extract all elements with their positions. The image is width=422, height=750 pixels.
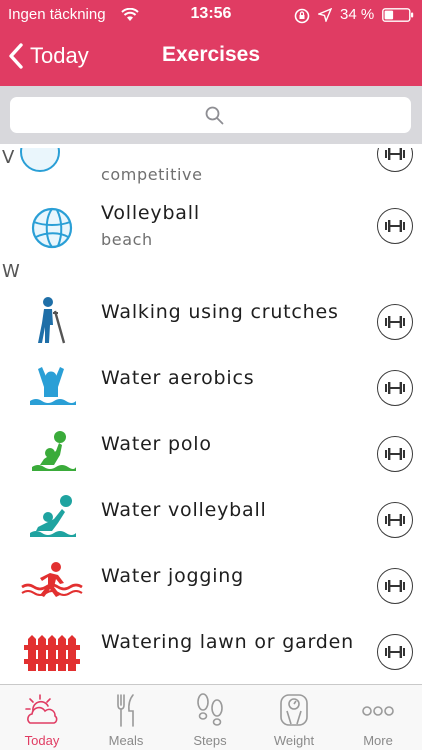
crutches-walker-icon bbox=[38, 297, 66, 344]
battery-percent: 34 % bbox=[340, 6, 375, 23]
sun-cloud-icon bbox=[25, 694, 58, 724]
tab-label: Weight bbox=[273, 733, 315, 748]
tab-meals[interactable]: Meals bbox=[84, 685, 168, 750]
dumbbell-icon bbox=[385, 382, 405, 394]
battery-icon bbox=[382, 8, 414, 22]
list-item-title: Volleyball bbox=[101, 202, 200, 224]
search-input[interactable] bbox=[10, 97, 411, 133]
scale-icon bbox=[280, 694, 308, 726]
tab-weight[interactable]: Weight bbox=[252, 685, 336, 750]
volleyball-icon bbox=[20, 144, 60, 172]
tab-bar: Today Meals Steps Weight More bbox=[0, 684, 422, 750]
water-polo-icon bbox=[32, 431, 76, 471]
list-item[interactable]: Water aerobics bbox=[0, 355, 422, 421]
scroll-mask bbox=[0, 144, 422, 148]
search-icon bbox=[205, 106, 224, 125]
footprints-icon bbox=[197, 693, 223, 726]
add-exercise-button[interactable] bbox=[377, 304, 413, 340]
dumbbell-icon bbox=[385, 316, 405, 328]
list-item-title: Watering lawn or garden bbox=[101, 631, 354, 653]
tab-label: More bbox=[363, 733, 393, 748]
volleyball-icon bbox=[31, 207, 73, 249]
add-exercise-button[interactable] bbox=[377, 502, 413, 538]
add-exercise-button[interactable] bbox=[377, 144, 413, 172]
list-item[interactable]: Watering lawn or garden bbox=[0, 619, 422, 684]
ellipsis-icon bbox=[362, 706, 394, 716]
rotation-lock-icon bbox=[294, 8, 310, 24]
list-item[interactable]: competitive bbox=[0, 144, 422, 186]
dumbbell-icon bbox=[385, 148, 405, 160]
garden-fence-icon bbox=[24, 635, 80, 671]
dumbbell-icon bbox=[385, 580, 405, 592]
tab-more[interactable]: More bbox=[336, 685, 420, 750]
list-item-title: Water volleyball bbox=[101, 499, 267, 521]
list-item[interactable]: Water jogging bbox=[0, 553, 422, 619]
list-item-subtitle: beach bbox=[101, 230, 153, 249]
dumbbell-icon bbox=[385, 646, 405, 658]
tab-today[interactable]: Today bbox=[0, 685, 84, 750]
location-arrow-icon bbox=[318, 8, 332, 22]
list-item[interactable]: Water polo bbox=[0, 421, 422, 487]
list-item[interactable]: Walking using crutches bbox=[0, 289, 422, 355]
list-item-title: Water jogging bbox=[101, 565, 245, 587]
tab-steps[interactable]: Steps bbox=[168, 685, 252, 750]
water-aerobics-icon bbox=[30, 367, 76, 405]
add-exercise-button[interactable] bbox=[377, 208, 413, 244]
add-exercise-button[interactable] bbox=[377, 568, 413, 604]
list-item-title: Water polo bbox=[101, 433, 212, 455]
water-volleyball-icon bbox=[30, 495, 76, 537]
tab-label: Today bbox=[24, 733, 60, 748]
section-letter: W bbox=[2, 261, 20, 282]
dumbbell-icon bbox=[385, 448, 405, 460]
list-item[interactable]: Volleyball beach bbox=[0, 194, 422, 260]
add-exercise-button[interactable] bbox=[377, 370, 413, 406]
fork-knife-icon bbox=[117, 694, 134, 727]
search-bar-container bbox=[0, 86, 422, 144]
list-item-title: Walking using crutches bbox=[101, 301, 339, 323]
status-bar: Ingen täckning 13:56 34 % bbox=[0, 0, 422, 30]
dumbbell-icon bbox=[385, 220, 405, 232]
water-jogging-icon bbox=[21, 562, 83, 597]
list-item-title: Water aerobics bbox=[101, 367, 255, 389]
section-header-w: W bbox=[0, 258, 422, 284]
add-exercise-button[interactable] bbox=[377, 436, 413, 472]
list-item[interactable]: Water volleyball bbox=[0, 487, 422, 553]
list-item-subtitle: competitive bbox=[101, 165, 203, 184]
dumbbell-icon bbox=[385, 514, 405, 526]
tab-label: Meals bbox=[108, 733, 144, 748]
page-title: Exercises bbox=[161, 43, 261, 66]
add-exercise-button[interactable] bbox=[377, 634, 413, 670]
header: Ingen täckning 13:56 34 % Today Exercise… bbox=[0, 0, 422, 86]
tab-label: Steps bbox=[193, 733, 227, 748]
exercise-list[interactable]: V competitive Volleyball beach W Walking… bbox=[0, 144, 422, 684]
